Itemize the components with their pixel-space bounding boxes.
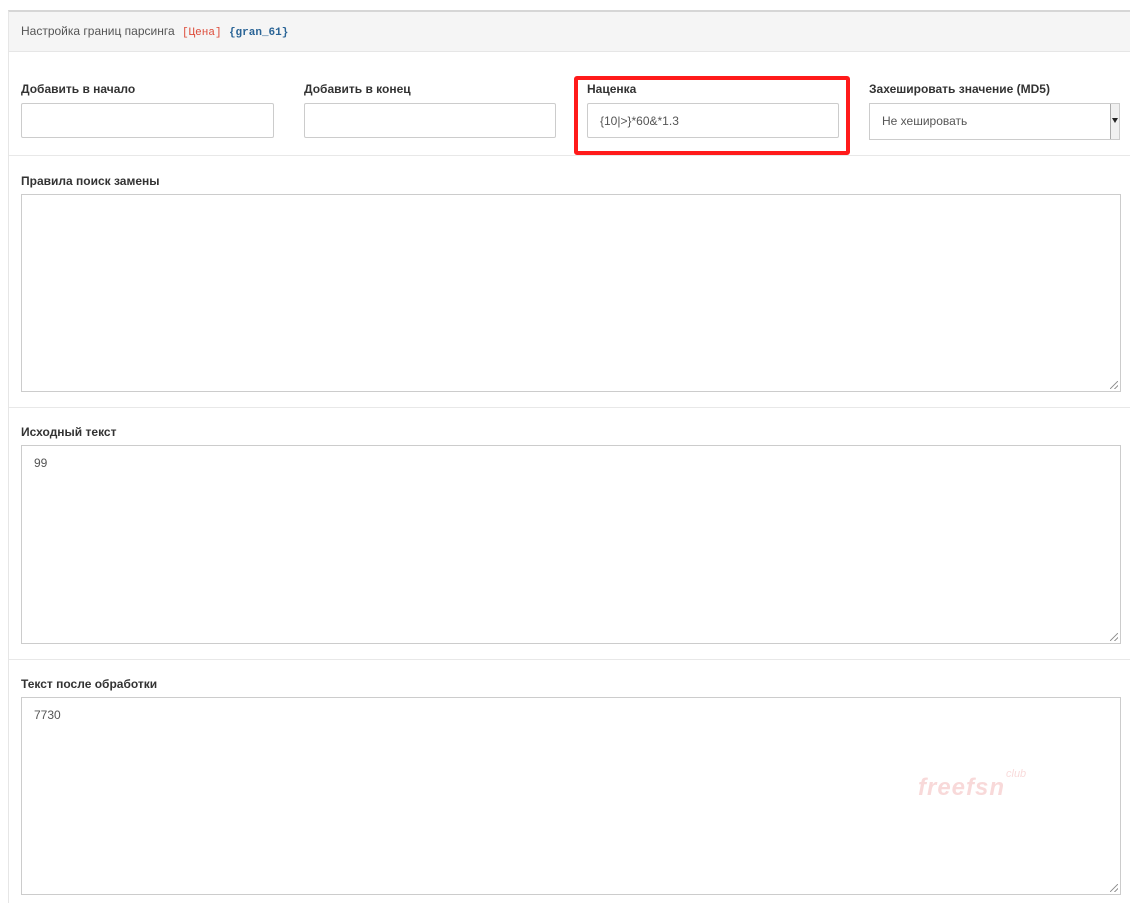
source-text-label: Исходный текст <box>21 425 117 439</box>
source-text-value: 99 <box>34 456 48 470</box>
hash-label: Захешировать значение (MD5) <box>869 82 1050 96</box>
field-tag: [Цена] <box>181 27 222 39</box>
markup-highlight-box <box>574 76 850 155</box>
prepend-input[interactable] <box>21 103 274 138</box>
watermark-logo: freefsn club <box>918 768 1030 808</box>
panel-heading: Настройка границ парсинга [Цена] {gran_6… <box>9 12 1130 52</box>
resize-grip-icon[interactable] <box>1110 633 1118 641</box>
field-id-tag: {gran_61} <box>228 27 289 39</box>
resize-grip-icon[interactable] <box>1110 884 1118 892</box>
divider <box>9 155 1130 156</box>
divider <box>9 407 1130 408</box>
result-text-value: 7730 <box>34 708 61 722</box>
panel-title: Настройка границ парсинга <box>21 24 175 38</box>
watermark-text: freefsn <box>918 774 1006 801</box>
prepend-label: Добавить в начало <box>21 82 136 96</box>
hash-select[interactable]: Не хешировать <box>869 103 1120 140</box>
result-text-label: Текст после обработки <box>21 677 158 691</box>
hash-select-value: Не хешировать <box>882 114 968 128</box>
divider <box>9 659 1130 660</box>
resize-grip-icon[interactable] <box>1110 381 1118 389</box>
replace-rules-label: Правила поиск замены <box>21 174 160 188</box>
watermark-sub: club <box>1006 768 1027 780</box>
replace-rules-textarea[interactable] <box>21 194 1121 392</box>
source-text-textarea[interactable]: 99 <box>21 445 1121 644</box>
chevron-down-icon[interactable] <box>1110 104 1119 139</box>
append-label: Добавить в конец <box>304 82 411 96</box>
append-input[interactable] <box>304 103 556 138</box>
